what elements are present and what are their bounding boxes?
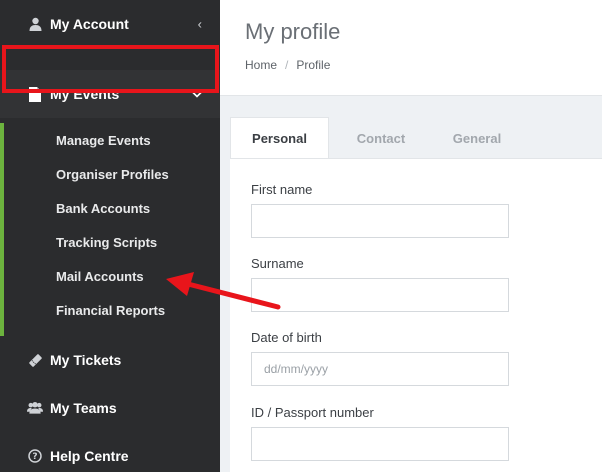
- user-icon: [27, 16, 43, 32]
- submenu-label: Manage Events: [56, 132, 151, 148]
- active-indicator: [0, 123, 4, 336]
- submenu-label: Tracking Scripts: [56, 234, 158, 250]
- breadcrumb-separator: /: [285, 58, 289, 72]
- sidebar-item-help-centre[interactable]: ? Help Centre: [0, 432, 220, 472]
- first-name-field[interactable]: [251, 204, 509, 238]
- page-title: My profile: [245, 19, 341, 44]
- breadcrumb-current: Profile: [296, 58, 331, 72]
- submenu-item-tracking-scripts[interactable]: Tracking Scripts: [0, 225, 220, 259]
- chevron-left-icon: ‹: [197, 16, 202, 32]
- chevron-down-icon: [192, 87, 202, 102]
- ticket-icon: [27, 352, 43, 368]
- sidebar-item-my-account[interactable]: My Account ‹: [0, 0, 220, 48]
- id-passport-field[interactable]: [251, 427, 509, 461]
- submenu-label: Financial Reports: [56, 302, 166, 318]
- tab-personal[interactable]: Personal: [230, 117, 329, 159]
- sidebar: My Account ‹ My Events Manage Events Org…: [0, 0, 220, 472]
- surname-label: Surname: [251, 256, 304, 271]
- sidebar-item-label: Help Centre: [50, 448, 129, 464]
- file-icon: [27, 86, 43, 102]
- sidebar-item-label: My Teams: [50, 400, 117, 416]
- sidebar-item-label: My Tickets: [50, 352, 122, 368]
- question-circle-icon: ?: [27, 448, 43, 464]
- first-name-label: First name: [251, 182, 313, 197]
- profile-tabs: Personal Contact General: [230, 117, 521, 159]
- sidebar-item-label: My Events: [50, 86, 120, 102]
- svg-text:?: ?: [32, 452, 37, 462]
- main-content: My profile Home / Profile Personal Conta…: [220, 0, 602, 472]
- id-passport-label: ID / Passport number: [251, 405, 374, 420]
- submenu-label: Mail Accounts: [56, 268, 144, 284]
- tab-general[interactable]: General: [433, 117, 521, 159]
- arrow-annotation-icon: [166, 272, 281, 310]
- surname-field[interactable]: [251, 278, 509, 312]
- breadcrumb: Home / Profile: [245, 58, 602, 72]
- date-of-birth-field[interactable]: dd/mm/yyyy: [251, 352, 509, 386]
- users-icon: [27, 400, 43, 416]
- date-of-birth-label: Date of birth: [251, 330, 322, 345]
- submenu-label: Organiser Profiles: [56, 166, 169, 182]
- sidebar-item-my-tickets[interactable]: My Tickets: [0, 336, 220, 384]
- submenu-item-organiser-profiles[interactable]: Organiser Profiles: [0, 157, 220, 191]
- sidebar-item-label: My Account: [50, 16, 129, 32]
- personal-form: First name Surname Date of birth dd/mm/y…: [230, 158, 602, 472]
- page-header: My profile Home / Profile: [220, 0, 602, 96]
- submenu-label: Bank Accounts: [56, 200, 151, 216]
- sidebar-item-my-events[interactable]: My Events: [0, 70, 220, 118]
- submenu-item-manage-events[interactable]: Manage Events: [0, 123, 220, 157]
- tab-contact[interactable]: Contact: [329, 117, 433, 159]
- sidebar-item-my-teams[interactable]: My Teams: [0, 384, 220, 432]
- breadcrumb-home[interactable]: Home: [245, 58, 277, 72]
- submenu-item-bank-accounts[interactable]: Bank Accounts: [0, 191, 220, 225]
